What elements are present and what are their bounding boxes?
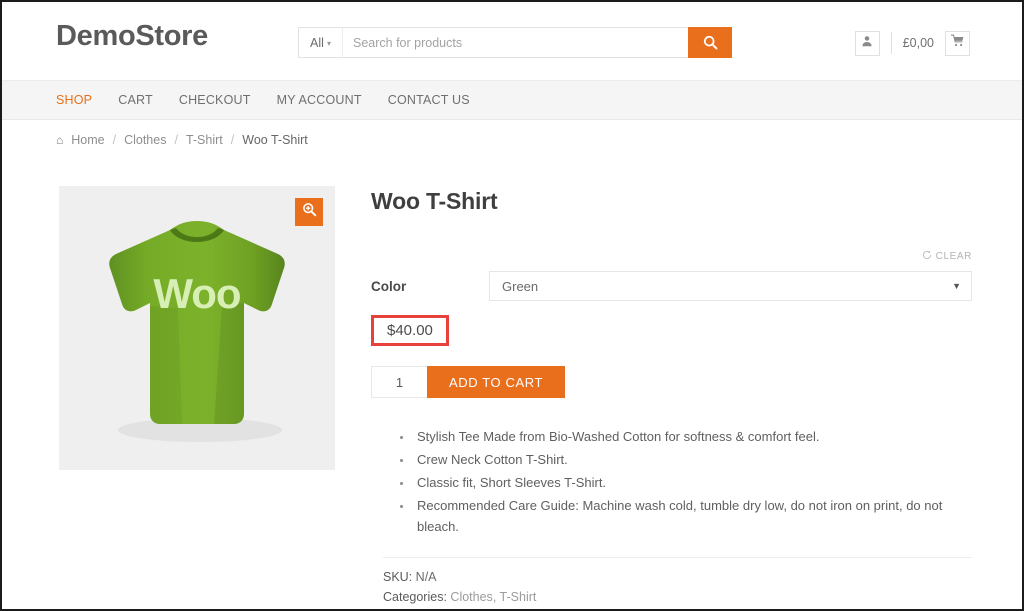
product-image[interactable]: Woo	[59, 186, 335, 470]
variation-color-row: Color Green ▼	[371, 271, 972, 301]
cart-total-amount: £0,00	[903, 36, 934, 50]
breadcrumb-item-home[interactable]: Home	[71, 133, 104, 147]
nav-item-checkout[interactable]: CHECKOUT	[179, 93, 251, 107]
home-icon: ⌂	[56, 133, 63, 147]
clear-variation-button[interactable]: CLEAR	[922, 249, 972, 263]
list-item: Crew Neck Cotton T-Shirt.	[413, 449, 972, 470]
search-category-label: All	[310, 36, 324, 50]
category-link-clothes[interactable]: Clothes	[450, 590, 492, 604]
page-root: DemoStore All ▾	[0, 0, 1024, 611]
product-summary: Woo T-Shirt CLEAR Color Green ▼	[371, 186, 972, 607]
quantity-input[interactable]	[371, 366, 427, 398]
site-logo[interactable]: DemoStore	[56, 20, 208, 53]
search-input[interactable]	[342, 27, 688, 58]
product-sku: SKU: N/A	[383, 568, 972, 587]
svg-text:Woo: Woo	[153, 270, 241, 317]
sku-label: SKU:	[383, 570, 412, 584]
cart-button[interactable]	[945, 31, 970, 56]
nav-item-cart[interactable]: CART	[118, 93, 153, 107]
main-navigation: SHOP CART CHECKOUT MY ACCOUNT CONTACT US	[2, 80, 1022, 120]
page-title: Woo T-Shirt	[371, 188, 972, 215]
caret-down-icon: ▼	[952, 282, 961, 291]
breadcrumb-separator: /	[229, 133, 236, 147]
add-to-cart-button[interactable]: ADD TO CART	[427, 366, 565, 398]
product-gallery: Woo	[59, 186, 335, 470]
my-account-button[interactable]	[855, 31, 880, 56]
color-select[interactable]: Green ▼	[489, 271, 972, 301]
category-link-t-shirt[interactable]: T-Shirt	[500, 590, 537, 604]
list-item: Classic fit, Short Sleeves T-Shirt.	[413, 472, 972, 493]
nav-item-shop[interactable]: SHOP	[56, 93, 92, 107]
refresh-icon	[922, 250, 932, 263]
breadcrumb-separator: /	[111, 133, 118, 147]
breadcrumb-item-clothes[interactable]: Clothes	[124, 133, 166, 147]
list-item: Recommended Care Guide: Machine wash col…	[413, 495, 972, 537]
cart-icon	[951, 34, 964, 52]
search-icon	[703, 35, 718, 50]
magnifier-plus-icon	[302, 202, 317, 222]
variation-label-color: Color	[371, 279, 489, 294]
clear-variation-row: CLEAR	[371, 249, 972, 263]
nav-item-contact-us[interactable]: CONTACT US	[388, 93, 470, 107]
add-to-cart-row: ADD TO CART	[371, 366, 972, 398]
product-search-bar: All ▾	[298, 27, 732, 58]
meta-divider	[383, 557, 972, 558]
breadcrumb-separator: /	[172, 133, 179, 147]
site-header: DemoStore All ▾	[2, 2, 1022, 80]
breadcrumb: ⌂ Home / Clothes / T-Shirt / Woo T-Shirt	[2, 120, 1022, 159]
categories-separator: ,	[493, 590, 496, 604]
zoom-image-button[interactable]	[295, 198, 323, 226]
list-item: Stylish Tee Made from Bio-Washed Cotton …	[413, 426, 972, 447]
header-actions: £0,00	[855, 29, 970, 57]
chevron-down-icon: ▾	[327, 40, 331, 48]
breadcrumb-item-current: Woo T-Shirt	[242, 133, 308, 147]
clear-variation-label: CLEAR	[936, 251, 972, 262]
product-page-main: Woo Woo T-Shirt	[2, 159, 1022, 607]
price-highlight-box: $40.00	[371, 315, 449, 346]
categories-label: Categories:	[383, 590, 447, 604]
nav-item-my-account[interactable]: MY ACCOUNT	[277, 93, 362, 107]
search-category-select[interactable]: All ▾	[298, 27, 342, 58]
sku-value: N/A	[416, 570, 437, 584]
header-divider	[891, 32, 892, 54]
product-description-list: Stylish Tee Made from Bio-Washed Cotton …	[371, 426, 972, 537]
color-select-value: Green	[502, 279, 538, 294]
product-meta: SKU: N/A Categories: Clothes, T-Shirt	[371, 568, 972, 607]
breadcrumb-item-t-shirt[interactable]: T-Shirt	[186, 133, 223, 147]
user-icon	[861, 34, 873, 52]
product-categories: Categories: Clothes, T-Shirt	[383, 588, 972, 607]
product-price: $40.00	[387, 322, 433, 339]
search-button[interactable]	[688, 27, 732, 58]
